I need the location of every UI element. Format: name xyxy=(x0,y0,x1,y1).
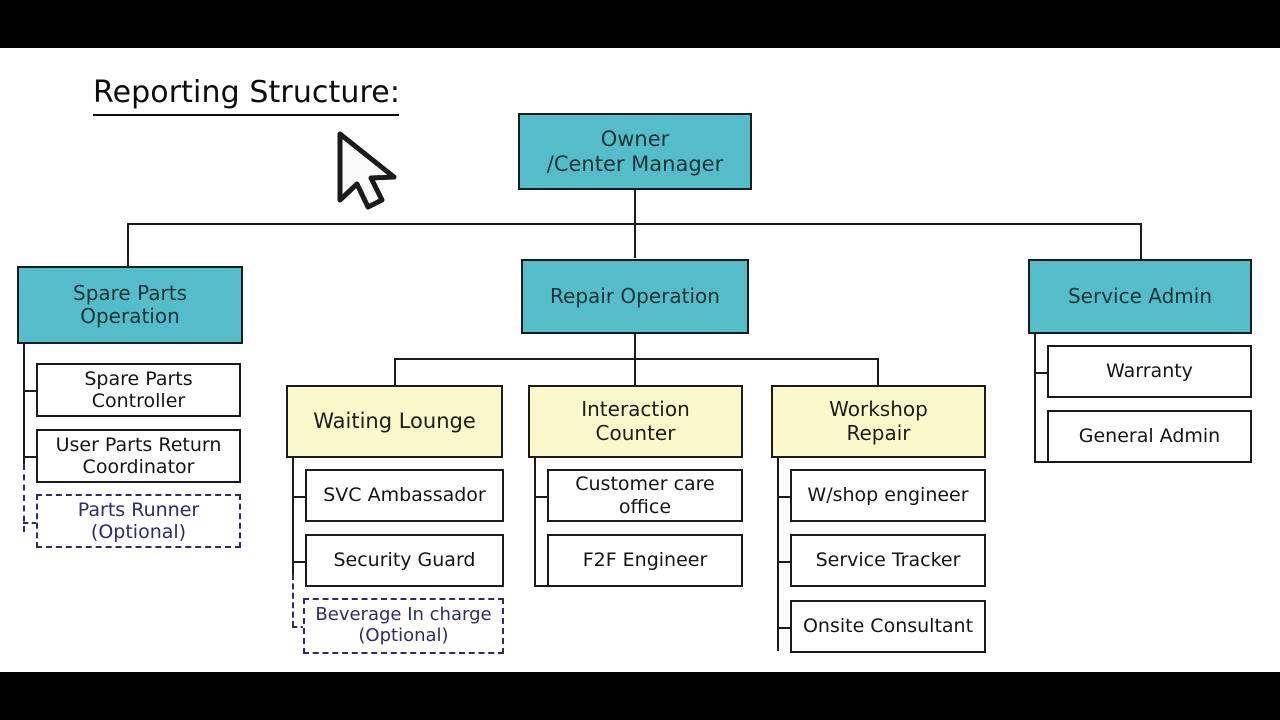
node-f2f-engineer[interactable]: F2F Engineer xyxy=(547,534,743,587)
node-spare-parts-controller-label: Spare Parts Controller xyxy=(84,367,193,412)
node-onsite-consultant[interactable]: Onsite Consultant xyxy=(790,600,986,653)
connector-drop-repair-operation xyxy=(634,223,636,258)
node-service-tracker[interactable]: Service Tracker xyxy=(790,534,986,587)
node-parts-runner-optional-label: Parts Runner (Optional) xyxy=(77,498,200,543)
node-service-tracker-label: Service Tracker xyxy=(815,549,961,572)
node-customer-care-office-label: Customer care office xyxy=(575,473,715,518)
connector-stub-parts-runner-dashed xyxy=(23,522,37,524)
connector-spine-beverage-dashed xyxy=(292,574,294,627)
connector-drop-interaction-counter xyxy=(634,358,636,385)
node-repair-operation[interactable]: Repair Operation xyxy=(521,259,749,334)
node-owner-label: Owner/Center Manager xyxy=(546,127,724,176)
connector-stub-customer-care-office xyxy=(534,496,548,498)
node-repair-operation-label: Repair Operation xyxy=(550,283,720,308)
connector-spine-spare-parts xyxy=(23,344,25,464)
connector-stub-svc-ambassador xyxy=(292,496,306,498)
node-warranty-label: Warranty xyxy=(1106,360,1193,383)
node-spare-parts-controller[interactable]: Spare Parts Controller xyxy=(36,363,241,417)
connector-drop-spare-parts xyxy=(127,223,129,266)
node-warranty[interactable]: Warranty xyxy=(1047,345,1252,398)
node-waiting-lounge[interactable]: Waiting Lounge xyxy=(286,385,503,458)
node-spare-parts-operation[interactable]: Spare Parts Operation xyxy=(17,266,243,344)
node-onsite-consultant-label: Onsite Consultant xyxy=(802,615,974,638)
connector-repair-operation-stem xyxy=(634,334,636,358)
node-parts-runner-optional[interactable]: Parts Runner (Optional) xyxy=(36,494,241,548)
connector-stub-wshop-engineer xyxy=(777,496,791,498)
org-chart-canvas: Reporting Structure: Owner/Center Manage… xyxy=(0,48,1280,672)
node-general-admin[interactable]: General Admin xyxy=(1047,410,1252,463)
node-spare-parts-operation-label: Spare Parts Operation xyxy=(73,280,187,328)
node-security-guard[interactable]: Security Guard xyxy=(305,534,504,587)
connector-stub-onsite-consultant xyxy=(777,627,791,629)
connector-stub-service-tracker xyxy=(777,561,791,563)
node-user-parts-return-coordinator-label: User Parts Return Coordinator xyxy=(55,433,222,478)
node-customer-care-office[interactable]: Customer care office xyxy=(547,469,743,522)
letterbox-bottom xyxy=(0,672,1280,720)
node-svc-ambassador-label: SVC Ambassador xyxy=(323,484,486,507)
node-interaction-counter[interactable]: Interaction Counter xyxy=(528,385,743,458)
connector-spine-service-admin xyxy=(1034,334,1036,463)
node-wshop-engineer-label: W/shop engineer xyxy=(807,484,969,507)
connector-stub-f2f-engineer xyxy=(534,585,548,587)
node-workshop-repair[interactable]: Workshop Repair xyxy=(771,385,986,458)
node-waiting-lounge-label: Waiting Lounge xyxy=(313,409,476,434)
page-title-underline xyxy=(93,114,399,116)
node-beverage-in-charge-optional-label: Beverage In charge (Optional) xyxy=(315,604,492,646)
connector-stub-general-admin xyxy=(1034,461,1048,463)
node-beverage-in-charge-optional[interactable]: Beverage In charge (Optional) xyxy=(303,598,504,654)
node-svc-ambassador[interactable]: SVC Ambassador xyxy=(305,469,504,522)
connector-spine-interaction-counter xyxy=(534,458,536,587)
connector-drop-service-admin xyxy=(1140,223,1142,259)
node-wshop-engineer[interactable]: W/shop engineer xyxy=(790,469,986,522)
node-service-admin[interactable]: Service Admin xyxy=(1028,259,1252,334)
connector-drop-waiting-lounge xyxy=(394,358,396,385)
connector-level2-bus xyxy=(394,358,879,360)
connector-drop-workshop-repair xyxy=(877,358,879,385)
node-f2f-engineer-label: F2F Engineer xyxy=(582,549,708,572)
screenshot-stage: Reporting Structure: Owner/Center Manage… xyxy=(0,0,1280,720)
letterbox-top xyxy=(0,0,1280,48)
node-owner-center-manager[interactable]: Owner/Center Manager xyxy=(518,113,752,190)
node-general-admin-label: General Admin xyxy=(1078,425,1221,448)
connector-stub-security-guard xyxy=(292,561,306,563)
connector-stub-warranty xyxy=(1034,372,1048,374)
connector-spine-waiting-lounge xyxy=(292,458,294,574)
page-title: Reporting Structure: xyxy=(93,75,401,110)
node-interaction-counter-label: Interaction Counter xyxy=(581,397,690,445)
node-workshop-repair-label: Workshop Repair xyxy=(829,397,928,445)
node-user-parts-return-coordinator[interactable]: User Parts Return Coordinator xyxy=(36,429,241,483)
mouse-pointer-icon xyxy=(334,130,408,212)
node-security-guard-label: Security Guard xyxy=(333,549,476,572)
connector-owner-stem xyxy=(634,190,636,223)
connector-stub-spare-parts-controller xyxy=(23,390,37,392)
connector-spine-workshop-repair xyxy=(777,458,779,651)
connector-stub-user-parts-return xyxy=(23,456,37,458)
node-service-admin-label: Service Admin xyxy=(1067,283,1212,308)
